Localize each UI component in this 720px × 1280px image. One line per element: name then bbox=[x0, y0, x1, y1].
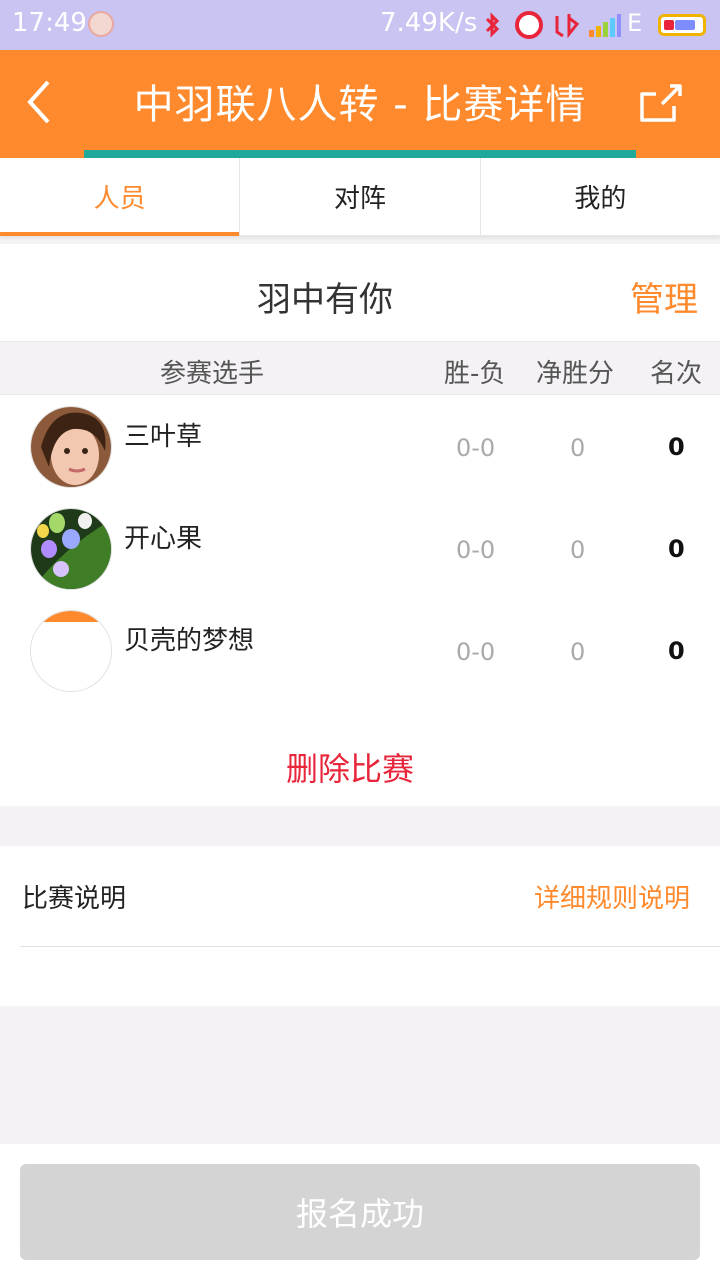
rank-value: 0 bbox=[668, 433, 685, 461]
rank-value: 0 bbox=[668, 637, 685, 665]
player-name: 三叶草 bbox=[124, 422, 203, 452]
app-header: 中羽联八人转 - 比赛详情 bbox=[0, 50, 720, 158]
page-title: 中羽联八人转 - 比赛详情 bbox=[133, 82, 587, 128]
table-row[interactable]: 开心果 0-0 0 0 bbox=[0, 498, 720, 600]
share-icon[interactable] bbox=[636, 78, 684, 126]
tab-matchups[interactable]: 对阵 bbox=[240, 158, 481, 235]
header-win-loss: 胜-负 bbox=[444, 359, 506, 389]
rules-link[interactable]: 详细规则说明 bbox=[534, 878, 690, 915]
win-loss-value: 0-0 bbox=[456, 638, 496, 666]
win-loss-value: 0-0 bbox=[456, 434, 496, 462]
table-row[interactable]: 贝壳的梦想 0-0 0 0 bbox=[0, 600, 720, 702]
description-section: 比赛说明 详细规则说明 bbox=[0, 846, 720, 1006]
avatar-icon bbox=[88, 11, 114, 37]
net-points-value: 0 bbox=[570, 638, 586, 666]
net-speed: 7.49K/s bbox=[380, 8, 478, 38]
tab-bar: 人员 对阵 我的 bbox=[0, 158, 720, 236]
battery-icon bbox=[658, 14, 706, 36]
header-player: 参赛选手 bbox=[160, 359, 265, 389]
team-section: 羽中有你 管理 参赛选手 胜-负 净胜分 名次 三叶草 0-0 0 0 开心果 … bbox=[0, 244, 720, 806]
status-time: 17:49 bbox=[12, 8, 87, 38]
win-loss-value: 0-0 bbox=[456, 536, 496, 564]
tab-members[interactable]: 人员 bbox=[0, 158, 241, 236]
table-row[interactable]: 三叶草 0-0 0 0 bbox=[0, 396, 720, 498]
manage-button[interactable]: 管理 bbox=[630, 272, 698, 321]
app-icon bbox=[555, 14, 580, 38]
network-type: E bbox=[627, 9, 643, 37]
divider bbox=[20, 946, 720, 947]
bottom-bar: 报名成功 bbox=[0, 1144, 720, 1280]
tab-mine[interactable]: 我的 bbox=[481, 158, 720, 235]
header-rank: 名次 bbox=[650, 359, 703, 389]
avatar bbox=[30, 610, 112, 692]
delete-match-button[interactable]: 删除比赛 bbox=[0, 744, 700, 790]
avatar bbox=[30, 508, 112, 590]
header-progress-bar bbox=[84, 150, 636, 158]
chevron-left-icon[interactable] bbox=[18, 76, 68, 128]
signup-status-button[interactable]: 报名成功 bbox=[20, 1164, 700, 1260]
player-name: 贝壳的梦想 bbox=[124, 626, 255, 656]
header-net-points: 净胜分 bbox=[536, 359, 615, 389]
description-label: 比赛说明 bbox=[22, 884, 127, 914]
net-points-value: 0 bbox=[570, 434, 586, 462]
bluetooth-icon bbox=[485, 12, 500, 38]
avatar bbox=[30, 406, 112, 488]
player-name: 开心果 bbox=[124, 524, 203, 554]
team-name: 羽中有你 bbox=[257, 280, 393, 320]
alarm-icon bbox=[515, 11, 543, 39]
signal-icon bbox=[589, 14, 621, 37]
net-points-value: 0 bbox=[570, 536, 586, 564]
rank-value: 0 bbox=[668, 535, 685, 563]
status-bar: 17:49 7.49K/s E bbox=[0, 0, 720, 50]
table-header: 参赛选手 胜-负 净胜分 名次 bbox=[0, 341, 720, 395]
